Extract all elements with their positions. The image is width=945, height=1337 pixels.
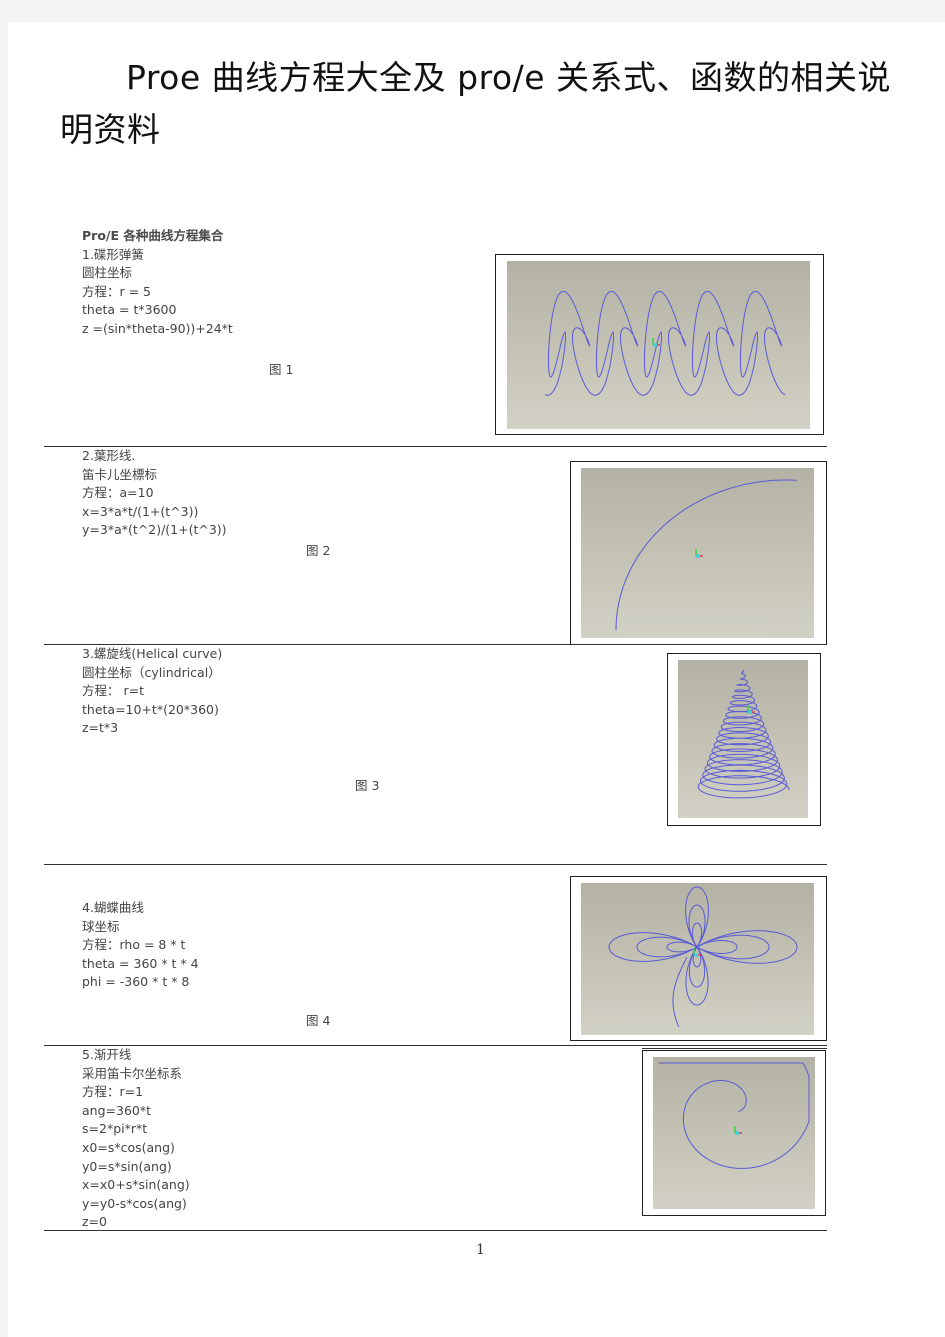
equation-line: 方程：r = 5	[82, 283, 152, 299]
figure-caption-4: 图 4	[306, 1013, 331, 1028]
butterfly-lobe	[688, 904, 706, 948]
disc-spring-curve	[544, 290, 786, 396]
figure-2-folium	[570, 461, 827, 645]
figure-caption-2: 图 2	[306, 543, 331, 558]
curve-section-5: 5.渐开线 采用笛卡尔坐标系 方程：r=1 ang=360*t s=2*pi*r…	[82, 1046, 190, 1232]
butterfly-lobe	[691, 922, 703, 948]
curve-name: 2.葉形线.	[82, 448, 136, 463]
title-line-1: Proe 曲线方程大全及 pro/e 关系式、函数的相关说	[126, 58, 892, 97]
curve-name: 4.蝴蝶曲线	[82, 900, 144, 915]
cad-viewport	[507, 261, 810, 429]
equation-line: x0=s*cos(ang)	[82, 1139, 175, 1155]
equation-line: s=2*pi*r*t	[82, 1121, 148, 1137]
equation-line: theta = t*3600	[82, 302, 177, 318]
equation-line: 方程： r=t	[82, 683, 144, 699]
page-number: 1	[476, 1242, 485, 1258]
coordinate-system: 圆柱坐标（cylindrical）	[82, 664, 221, 680]
cad-viewport	[581, 468, 814, 638]
butterfly-lobe	[696, 940, 738, 954]
document-title: Proe 曲线方程大全及 pro/e 关系式、函数的相关说 明资料	[60, 52, 930, 156]
butterfly-lobe	[666, 941, 698, 953]
equation-line: z=t*3	[82, 720, 119, 736]
equation-line: phi = -360 * t * 8	[82, 974, 190, 990]
involute-curve-icon	[659, 1062, 810, 1169]
document-page: Proe 曲线方程大全及 pro/e 关系式、函数的相关说 明资料 Pro/E …	[8, 22, 945, 1337]
equation-line: y=3*a*(t^2)/(1+(t^3))	[82, 522, 227, 538]
equation-line: y0=s*sin(ang)	[82, 1158, 172, 1174]
butterfly-tail	[672, 956, 688, 1028]
butterfly-lobe	[608, 932, 698, 962]
equation-line: x=3*a*t/(1+(t^3))	[82, 503, 199, 519]
section-divider	[642, 1048, 827, 1049]
cad-viewport	[653, 1057, 815, 1209]
equation-line: 方程：r=1	[82, 1084, 144, 1100]
curve-name: 5.渐开线	[82, 1047, 132, 1062]
figure-3-helix	[667, 653, 821, 826]
conical-helix-curve-icon	[697, 669, 790, 799]
section-heading: Pro/E 各种曲线方程集合	[82, 228, 224, 243]
disc-spring-curve-icon	[544, 290, 786, 396]
equation-line: theta = 360 * t * 4	[82, 955, 199, 971]
title-line-2: 明资料	[60, 110, 161, 149]
curve-section-1: Pro/E 各种曲线方程集合 1.碟形弹簧 圆柱坐标 方程：r = 5 thet…	[82, 227, 233, 339]
curve-section-4: 4.蝴蝶曲线 球坐标 方程：rho = 8 * t theta = 360 * …	[82, 899, 199, 992]
equation-line: z =(sin*theta-90))+24*t	[82, 320, 233, 336]
cad-viewport	[678, 660, 808, 818]
cad-viewport	[581, 883, 814, 1035]
equation-line: theta=10+t*(20*360)	[82, 701, 219, 717]
involute-curve	[659, 1062, 810, 1169]
figure-caption-1: 图 1	[269, 362, 294, 377]
coordinate-system: 圆柱坐标	[82, 265, 133, 281]
section-divider	[44, 1230, 827, 1231]
conical-helix-curve	[697, 669, 790, 799]
figure-4-butterfly	[570, 876, 827, 1041]
curve-name: 3.螺旋线(Helical curve)	[82, 646, 223, 661]
coordinate-axes-icon	[695, 549, 703, 558]
figure-caption-3: 图 3	[355, 778, 380, 793]
curve-section-3: 3.螺旋线(Helical curve) 圆柱坐标（cylindrical） 方…	[82, 645, 222, 738]
coordinate-system: 笛卡儿坐標标	[82, 466, 158, 482]
butterfly-lobe	[696, 934, 770, 960]
coordinate-axes-icon	[734, 1126, 742, 1135]
coordinate-system: 采用笛卡尔坐标系	[82, 1065, 183, 1081]
folium-curve	[615, 479, 797, 630]
folium-curve-icon	[615, 479, 797, 630]
figure-1-disc-spring	[495, 254, 824, 435]
equation-line: x=x0+s*sin(ang)	[82, 1177, 190, 1193]
equation-line: ang=360*t	[82, 1102, 152, 1118]
coordinate-axes-icon	[652, 338, 660, 347]
curve-name: 1.碟形弹簧	[82, 246, 144, 262]
equation-line: y=y0-s*cos(ang)	[82, 1195, 187, 1211]
figure-5-involute	[642, 1050, 826, 1216]
equation-line: 方程：a=10	[82, 485, 154, 501]
curve-section-2: 2.葉形线. 笛卡儿坐標标 方程：a=10 x=3*a*t/(1+(t^3)) …	[82, 447, 227, 540]
butterfly-curve-icon	[608, 886, 798, 1028]
coordinate-system: 球坐标	[82, 918, 120, 934]
section-divider	[44, 864, 827, 865]
equation-line: 方程：rho = 8 * t	[82, 937, 186, 953]
